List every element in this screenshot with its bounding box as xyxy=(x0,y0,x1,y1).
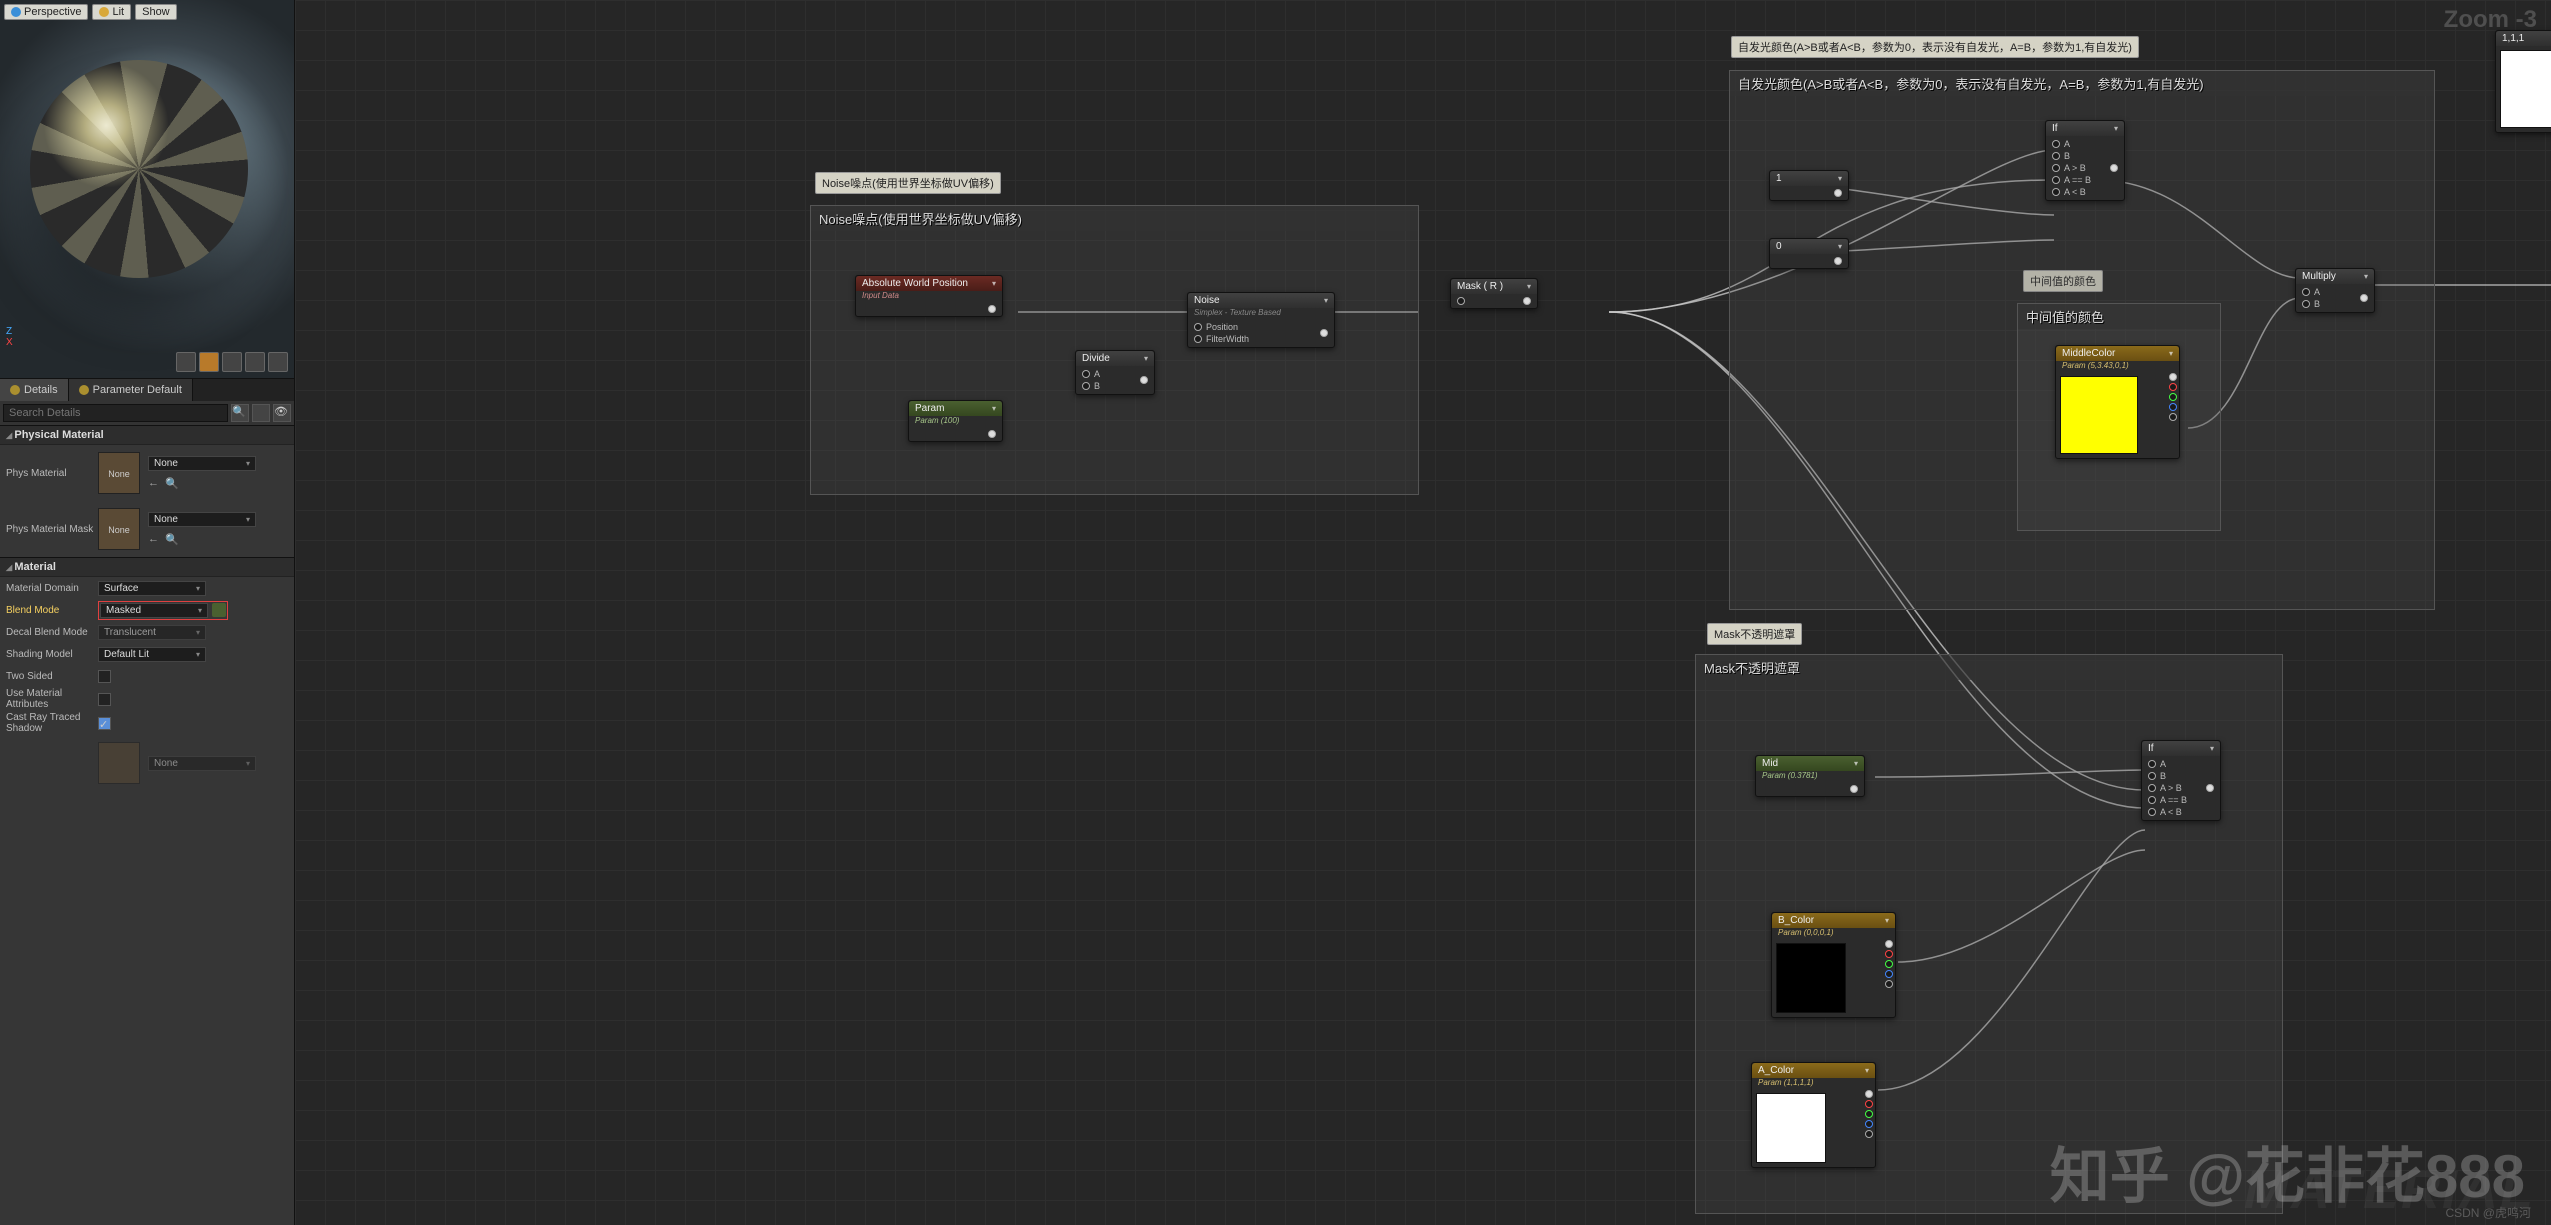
viewport-mode-icons[interactable] xyxy=(176,352,288,372)
material-graph[interactable]: Zoom -3 Noise噪点(使用世界坐标做UV偏移) 自发光颜色(A>B或者… xyxy=(295,0,2551,1225)
node-param[interactable]: Param Param (100) xyxy=(908,400,1003,442)
group-middle-title: 中间值的颜色 xyxy=(2018,304,2220,329)
shading-model-label: Shading Model xyxy=(6,649,98,660)
cast-ray-traced-label: Cast Ray Traced Shadow xyxy=(6,712,98,734)
search-input[interactable] xyxy=(3,404,228,422)
phys-material-mask-dropdown[interactable]: None xyxy=(148,512,256,527)
assign-arrow-icon[interactable]: ← xyxy=(148,477,159,490)
viewport-scene xyxy=(0,0,294,378)
const111-swatch xyxy=(2500,50,2551,128)
material-domain-dropdown[interactable]: Surface xyxy=(98,581,206,596)
node-acolor[interactable]: A_Color Param (1,1,1,1) xyxy=(1751,1062,1876,1168)
middlecolor-swatch xyxy=(2060,376,2138,454)
group-emissive-title: 自发光颜色(A>B或者A<B，参数为0，表示没有自发光，A=B，参数为1,有自发… xyxy=(1730,71,2434,96)
perspective-button[interactable]: Perspective xyxy=(4,4,88,20)
lit-button[interactable]: Lit xyxy=(92,4,131,20)
preview-sphere xyxy=(30,60,248,278)
bcolor-swatch xyxy=(1776,943,1846,1013)
browse-icon[interactable]: 🔍 xyxy=(165,477,179,490)
eye-icon[interactable]: 👁 xyxy=(273,404,291,422)
node-middlecolor[interactable]: MiddleColor Param (5,3.43,0,1) xyxy=(2055,345,2180,459)
search-icon[interactable]: 🔍 xyxy=(231,404,249,422)
node-divide[interactable]: Divide AB xyxy=(1075,350,1155,395)
use-material-attrs-checkbox[interactable] xyxy=(98,693,111,706)
node-if-emissive[interactable]: If A B A > B A == B A < B xyxy=(2045,120,2125,201)
use-material-attrs-label: Use Material Attributes xyxy=(6,688,98,710)
category-material[interactable]: Material xyxy=(0,557,294,577)
show-button[interactable]: Show xyxy=(135,4,177,20)
node-absolute-world-position[interactable]: Absolute World Position Input Data xyxy=(855,275,1003,317)
tooltip-noise: Noise噪点(使用世界坐标做UV偏移) xyxy=(815,172,1001,194)
phys-material-mask-thumb[interactable]: None xyxy=(98,508,140,550)
node-mid[interactable]: Mid Param (0.3781) xyxy=(1755,755,1865,797)
node-bcolor[interactable]: B_Color Param (0,0,0,1) xyxy=(1771,912,1896,1018)
phys-material-thumb[interactable]: None xyxy=(98,452,140,494)
two-sided-label: Two Sided xyxy=(6,671,98,682)
tab-parameter-defaults[interactable]: Parameter Default xyxy=(69,379,193,401)
tab-details[interactable]: Details xyxy=(0,379,69,401)
node-mask-r[interactable]: Mask ( R ) xyxy=(1450,278,1538,309)
reset-icon[interactable] xyxy=(212,603,226,617)
group-mask-title: Mask不透明遮罩 xyxy=(1696,655,2282,680)
preview-viewport[interactable]: Perspective Lit Show Z X xyxy=(0,0,294,378)
details-panel: Perspective Lit Show Z X Details Paramet… xyxy=(0,0,295,1225)
node-multiply[interactable]: Multiply AB xyxy=(2295,268,2375,313)
thumb-placeholder xyxy=(98,742,140,784)
decal-blend-mode-dropdown: Translucent xyxy=(98,625,206,640)
shading-model-dropdown[interactable]: Default Lit xyxy=(98,647,206,662)
zhihu-watermark: 知乎 @花非花888 xyxy=(2050,1128,2525,1215)
node-const-1[interactable]: 1 xyxy=(1769,170,1849,201)
dropdown-placeholder[interactable]: None xyxy=(148,756,256,771)
axis-gizmo: Z X xyxy=(6,326,13,348)
phys-material-dropdown[interactable]: None xyxy=(148,456,256,471)
two-sided-checkbox[interactable] xyxy=(98,670,111,683)
blend-mode-label: Blend Mode xyxy=(6,605,98,616)
material-domain-label: Material Domain xyxy=(6,583,98,594)
assign-arrow-icon[interactable]: ← xyxy=(148,533,159,546)
grid-toggle-icon[interactable] xyxy=(252,404,270,422)
phys-material-mask-label: Phys Material Mask xyxy=(6,524,98,535)
search-row: 🔍 👁 xyxy=(0,401,294,425)
blend-mode-dropdown[interactable]: Masked xyxy=(100,603,208,618)
group-noise-title: Noise噪点(使用世界坐标做UV偏移) xyxy=(811,206,1418,231)
node-if-mask[interactable]: If A B A > B A == B A < B xyxy=(2141,740,2221,821)
phys-material-label: Phys Material xyxy=(6,468,98,479)
node-noise[interactable]: Noise Simplex - Texture Based Position F… xyxy=(1187,292,1335,348)
category-physical-material[interactable]: Physical Material xyxy=(0,425,294,445)
acolor-swatch xyxy=(1756,1093,1826,1163)
node-const-111[interactable]: 1,1,1 xyxy=(2495,30,2551,133)
tooltip-mask: Mask不透明遮罩 xyxy=(1707,623,1802,645)
cast-ray-traced-checkbox[interactable]: ✓ xyxy=(98,717,111,730)
browse-icon[interactable]: 🔍 xyxy=(165,533,179,546)
csdn-watermark: CSDN @虎鸣河 xyxy=(2445,1204,2531,1221)
decal-blend-mode-label: Decal Blend Mode xyxy=(6,627,98,638)
tooltip-emissive: 自发光颜色(A>B或者A<B，参数为0，表示没有自发光，A=B，参数为1,有自发… xyxy=(1731,36,2139,58)
node-const-0[interactable]: 0 xyxy=(1769,238,1849,269)
